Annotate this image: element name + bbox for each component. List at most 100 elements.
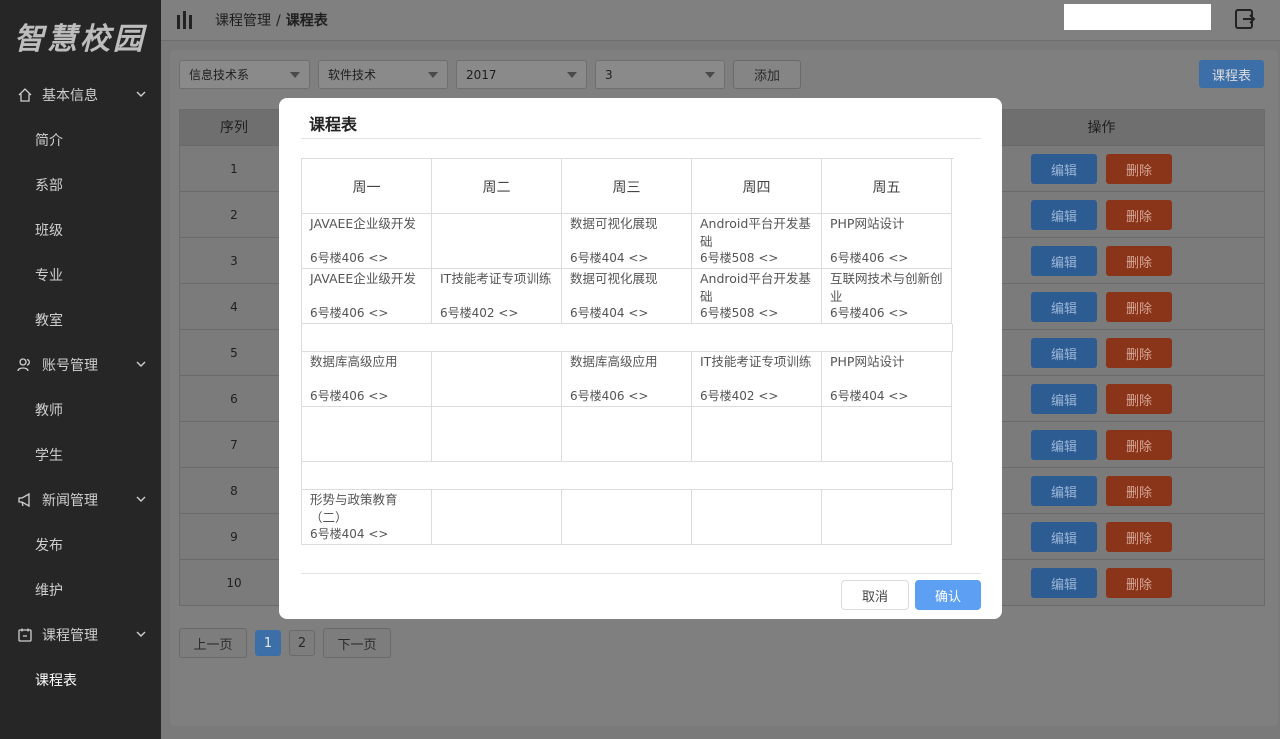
page-1-button[interactable]: 1 (255, 630, 281, 656)
timetable-cell[interactable]: Android平台开发基础 6号楼508 <> (692, 214, 822, 269)
course-name: PHP网站设计 (830, 354, 905, 369)
sidebar-item-major[interactable]: 专业 (0, 252, 161, 297)
schedule-button[interactable]: 课程表 (1199, 60, 1264, 88)
row-index: 2 (230, 208, 238, 222)
course-name: Android平台开发基础 (700, 216, 811, 249)
nav-group-news[interactable]: 新闻管理 (0, 477, 161, 522)
edit-button[interactable]: 编辑 (1031, 522, 1097, 552)
row-index: 8 (230, 484, 238, 498)
edit-button[interactable]: 编辑 (1031, 246, 1097, 276)
timetable-cell[interactable]: 数据可视化展现 6号楼404 <> (562, 214, 692, 269)
timetable-cell[interactable] (432, 407, 562, 462)
timetable-cell[interactable] (302, 407, 432, 462)
sidebar-item-intro[interactable]: 简介 (0, 117, 161, 162)
course-room: 6号楼406 <> (570, 389, 649, 403)
timetable-cell[interactable]: Android平台开发基础 6号楼508 <> (692, 269, 822, 324)
delete-button[interactable]: 删除 (1106, 154, 1172, 184)
edit-button[interactable]: 编辑 (1031, 568, 1097, 598)
add-button[interactable]: 添加 (733, 60, 801, 89)
sidebar-item-schedule[interactable]: 课程表 (0, 657, 161, 702)
delete-button[interactable]: 删除 (1106, 430, 1172, 460)
edit-button[interactable]: 编辑 (1031, 384, 1097, 414)
delete-button[interactable]: 删除 (1106, 246, 1172, 276)
nav-group-basic-info[interactable]: 基本信息 (0, 72, 161, 117)
column-header-index: 序列 (220, 120, 248, 136)
edit-button[interactable]: 编辑 (1031, 430, 1097, 460)
edit-button[interactable]: 编辑 (1031, 476, 1097, 506)
breadcrumb-parent[interactable]: 课程管理 (215, 13, 271, 29)
day-header: 周四 (692, 159, 822, 214)
sidebar-item-publish[interactable]: 发布 (0, 522, 161, 567)
row-index: 4 (230, 300, 238, 314)
timetable-cell[interactable]: IT技能考证专项训练 6号楼402 <> (432, 269, 562, 324)
sidebar-item-class[interactable]: 班级 (0, 207, 161, 252)
timetable-cell[interactable]: 数据库高级应用 6号楼406 <> (562, 352, 692, 407)
course-name: 数据库高级应用 (310, 354, 398, 369)
prev-page-button[interactable]: 上一页 (179, 628, 247, 658)
timetable-cell[interactable]: 形势与政策教育（二） 6号楼404 <> (302, 490, 432, 545)
timetable-cell[interactable] (822, 407, 952, 462)
top-header: 课程管理 / 课程表 (161, 0, 1280, 41)
timetable-row (302, 407, 954, 462)
sidebar-item-maintain[interactable]: 维护 (0, 567, 161, 612)
nav-group-accounts[interactable]: 账号管理 (0, 342, 161, 387)
row-index: 7 (230, 438, 238, 452)
nav-group-courses[interactable]: 课程管理 (0, 612, 161, 657)
timetable-cell[interactable]: PHP网站设计 6号楼404 <> (822, 352, 952, 407)
next-page-button[interactable]: 下一页 (323, 628, 391, 658)
major-select[interactable]: 软件技术 (318, 60, 448, 89)
breadcrumb-separator: / (276, 13, 281, 29)
timetable-cell[interactable] (432, 490, 562, 545)
timetable-cell[interactable]: 互联网技术与创新创业 6号楼406 <> (822, 269, 952, 324)
timetable-cell[interactable]: JAVAEE企业级开发 6号楼406 <> (302, 214, 432, 269)
day-header: 周五 (822, 159, 952, 214)
department-select[interactable]: 信息技术系 (179, 60, 310, 89)
cancel-button[interactable]: 取消 (841, 580, 909, 610)
timetable-row: 形势与政策教育（二） 6号楼404 <> (302, 490, 954, 545)
timetable-cell[interactable]: 数据可视化展现 6号楼404 <> (562, 269, 692, 324)
edit-button[interactable]: 编辑 (1031, 154, 1097, 184)
timetable-cell[interactable]: 数据库高级应用 6号楼406 <> (302, 352, 432, 407)
divider (301, 573, 981, 574)
timetable-cell[interactable] (432, 214, 562, 269)
page-2-button[interactable]: 2 (289, 630, 315, 656)
timetable-break-row (302, 324, 954, 352)
logout-icon[interactable] (1234, 8, 1256, 30)
sidebar-item-department[interactable]: 系部 (0, 162, 161, 207)
timetable-cell[interactable]: PHP网站设计 6号楼406 <> (822, 214, 952, 269)
timetable-cell[interactable] (562, 407, 692, 462)
sidebar-item-classroom[interactable]: 教室 (0, 297, 161, 342)
timetable-row: JAVAEE企业级开发 6号楼406 <> IT技能考证专项训练 6号楼402 <> 数… (302, 269, 954, 324)
modal-title: 课程表 (309, 115, 358, 134)
filter-bar: 信息技术系 软件技术 2017 3 添加 (179, 60, 801, 89)
timetable-cell[interactable] (822, 490, 952, 545)
year-select[interactable]: 2017 (456, 60, 587, 89)
delete-button[interactable]: 删除 (1106, 292, 1172, 322)
sidebar-item-teacher[interactable]: 教师 (0, 387, 161, 432)
timetable-cell[interactable] (562, 490, 692, 545)
edit-button[interactable]: 编辑 (1031, 338, 1097, 368)
divider (301, 138, 981, 139)
timetable-cell[interactable]: JAVAEE企业级开发 6号楼406 <> (302, 269, 432, 324)
menu-toggle-icon[interactable] (177, 11, 195, 29)
delete-button[interactable]: 删除 (1106, 568, 1172, 598)
delete-button[interactable]: 删除 (1106, 384, 1172, 414)
delete-button[interactable]: 删除 (1106, 200, 1172, 230)
sidebar-item-student[interactable]: 学生 (0, 432, 161, 477)
edit-button[interactable]: 编辑 (1031, 292, 1097, 322)
timetable-cell[interactable] (692, 490, 822, 545)
course-room: 6号楼404 <> (570, 306, 649, 320)
delete-button[interactable]: 删除 (1106, 338, 1172, 368)
delete-button[interactable]: 删除 (1106, 476, 1172, 506)
timetable-cell[interactable] (432, 352, 562, 407)
confirm-button[interactable]: 确认 (915, 580, 981, 610)
class-select[interactable]: 3 (595, 60, 725, 89)
timetable-row: 数据库高级应用 6号楼406 <> 数据库高级应用 6号楼406 <> IT技能考证专项… (302, 352, 954, 407)
delete-button[interactable]: 删除 (1106, 522, 1172, 552)
timetable-cell[interactable] (692, 407, 822, 462)
timetable-cell[interactable]: IT技能考证专项训练 6号楼402 <> (692, 352, 822, 407)
edit-button[interactable]: 编辑 (1031, 200, 1097, 230)
row-index: 5 (230, 346, 238, 360)
year-value: 2017 (466, 67, 497, 82)
column-header-actions: 操作 (1087, 120, 1116, 136)
